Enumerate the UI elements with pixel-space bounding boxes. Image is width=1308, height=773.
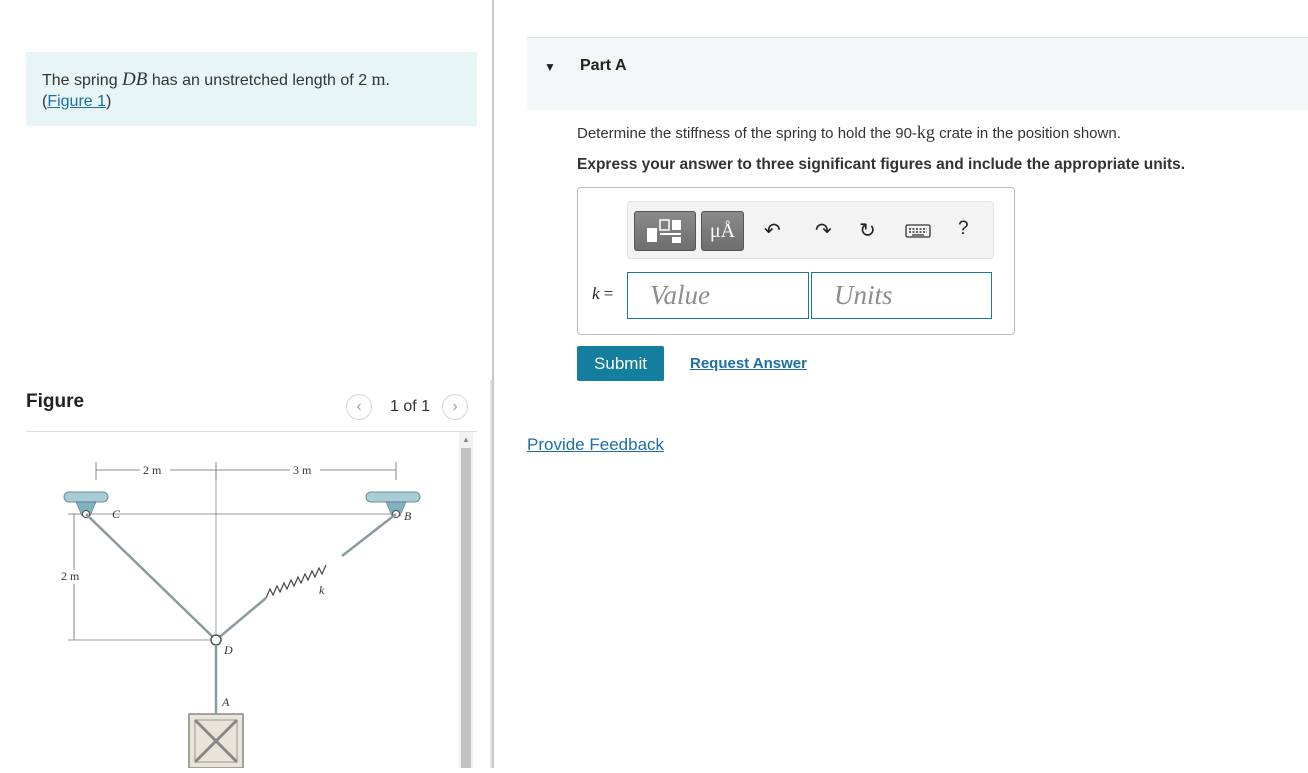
prev-figure-button[interactable]: ‹	[346, 394, 372, 420]
pane-divider-lower	[490, 380, 492, 768]
support-c-base	[63, 491, 109, 503]
part-a-title: Part A	[580, 57, 627, 74]
question-after: crate in the position shown.	[934, 125, 1121, 142]
figure-title: Figure	[26, 391, 85, 412]
ring-d	[210, 634, 222, 646]
link-close-paren: )	[106, 93, 112, 110]
units-symbol-button[interactable]: μÅ	[701, 211, 744, 251]
keyboard-glyph	[905, 224, 931, 238]
units-symbol-label: μÅ	[709, 219, 736, 242]
spring-crate-diagram: 2 m 3 m 2 m C B k D A	[60, 462, 421, 769]
problem-statement: The spring DB has an unstretched length …	[26, 52, 477, 126]
problem-unit: m	[371, 69, 386, 89]
figure-image: 2 m 3 m 2 m C B k D A	[26, 432, 456, 769]
units-input[interactable]: Units	[811, 272, 992, 319]
dim-label-2m-top: 2 m	[143, 463, 162, 477]
submit-button[interactable]: Submit	[577, 346, 664, 381]
answer-instruction: Express your answer to three significant…	[577, 156, 1186, 173]
next-figure-button[interactable]: ›	[442, 394, 469, 420]
label-c: C	[112, 507, 121, 521]
value-input[interactable]: Value	[627, 272, 809, 319]
templates-button[interactable]	[634, 211, 696, 251]
question-before: Determine the stiffness of the spring to…	[577, 125, 917, 142]
cable-cd	[85, 513, 217, 641]
rod-db-lower	[215, 597, 267, 641]
figure-page-count: 1 of 1	[390, 398, 431, 415]
chevron-left-icon: ‹	[356, 398, 362, 415]
pane-divider[interactable]	[492, 0, 494, 768]
problem-var-db: DB	[122, 69, 148, 90]
problem-text-middle: has an unstretched length of 2	[147, 72, 372, 89]
label-k: k	[319, 583, 325, 597]
label-b: B	[404, 509, 412, 523]
figure-scrollbar-thumb[interactable]	[461, 448, 471, 768]
redo-icon[interactable]: ↷	[815, 218, 832, 243]
question-text: Determine the stiffness of the spring to…	[577, 122, 1121, 143]
problem-text-before: The spring	[42, 72, 123, 89]
rod-db-upper	[341, 513, 397, 557]
request-answer-link[interactable]: Request Answer	[690, 355, 807, 372]
undo-icon[interactable]: ↶	[764, 218, 781, 243]
figure-link[interactable]: Figure 1	[47, 93, 106, 110]
question-unit: kg	[916, 122, 935, 142]
spring-coil	[265, 564, 327, 599]
provide-feedback-link[interactable]: Provide Feedback	[527, 435, 664, 455]
support-b-base	[365, 491, 421, 503]
answer-label: k =	[592, 284, 613, 304]
problem-text-end: .	[385, 72, 390, 89]
label-a: A	[221, 695, 230, 709]
keyboard-icon[interactable]	[905, 222, 931, 245]
dim-label-3m-top: 3 m	[293, 463, 312, 477]
dim-label-2m-vertical: 2 m	[61, 569, 80, 583]
part-a-header[interactable]	[527, 37, 1308, 110]
answer-label-var: k	[592, 284, 600, 303]
chevron-right-icon: ›	[452, 398, 458, 415]
answer-label-eq: =	[599, 284, 614, 303]
reset-icon[interactable]: ↻	[859, 218, 876, 243]
scroll-up-arrow-icon[interactable]: ▲	[459, 434, 473, 446]
figure-pager: ‹ 1 of 1 ›	[346, 393, 469, 421]
collapse-caret-icon[interactable]: ▼	[544, 60, 556, 74]
templates-icon	[647, 219, 681, 243]
label-d: D	[223, 643, 233, 657]
help-button[interactable]: ?	[958, 218, 969, 240]
